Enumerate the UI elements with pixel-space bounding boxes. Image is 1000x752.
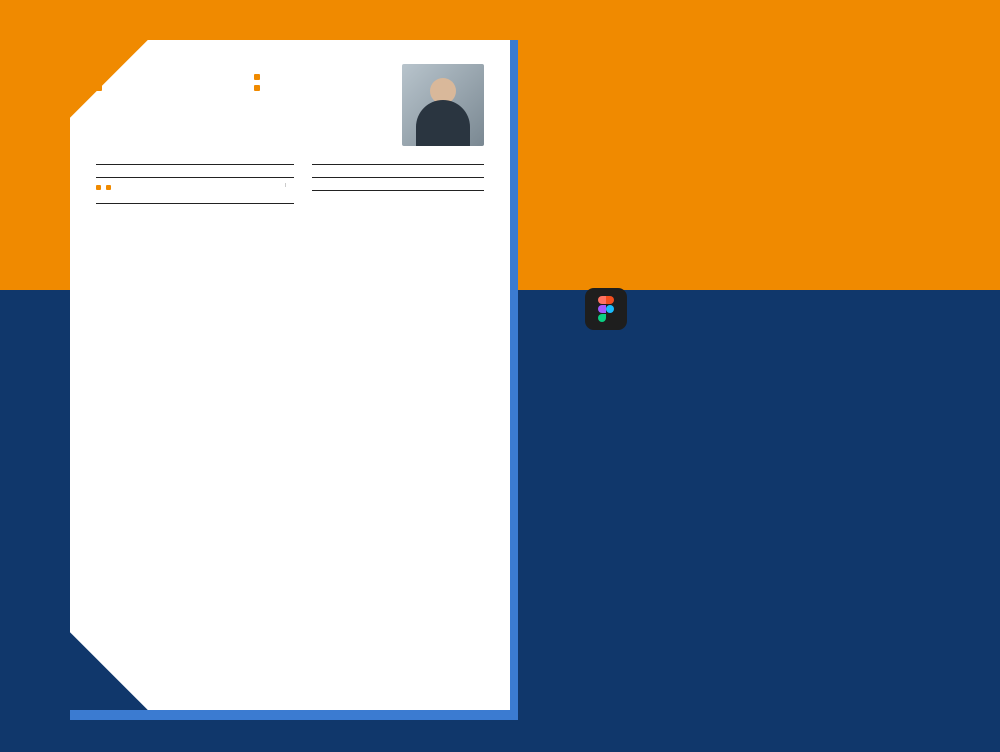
resume-content (70, 40, 510, 710)
education-location (106, 185, 114, 191)
figma-row (585, 288, 955, 330)
promo-panel (585, 120, 955, 330)
training-heading (312, 188, 484, 191)
contact-site (254, 85, 402, 92)
right-column (312, 162, 484, 209)
skills-heading (312, 162, 484, 165)
contact-location (96, 74, 244, 81)
education-heading (96, 175, 294, 178)
contact-phone (96, 85, 244, 92)
contact-grid (96, 74, 402, 92)
promo-title (585, 120, 955, 158)
contact-email (254, 74, 402, 81)
summary-heading (96, 162, 294, 165)
experience-heading (96, 201, 294, 204)
figma-icon (585, 288, 627, 330)
certification-heading (312, 175, 484, 178)
profile-photo (402, 64, 484, 146)
left-column (96, 162, 294, 209)
resume-page (70, 40, 510, 710)
education-dates (96, 185, 104, 191)
